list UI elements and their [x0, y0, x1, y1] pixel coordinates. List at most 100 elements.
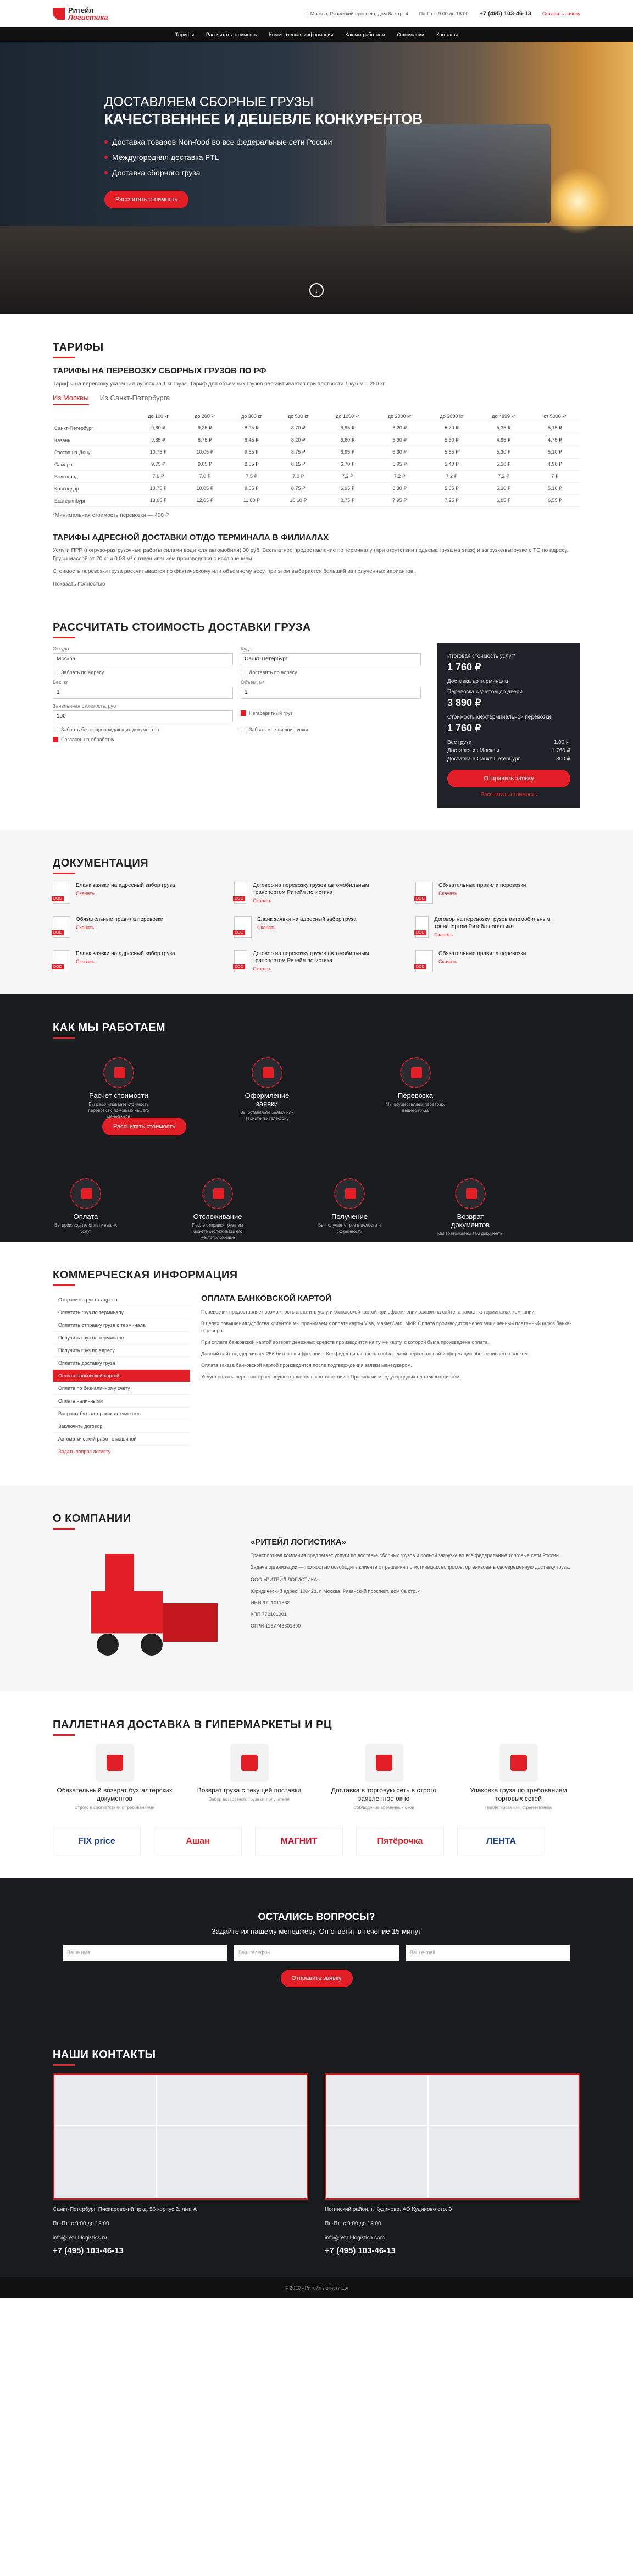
- doc-item[interactable]: Договор на перевозку грузов автомобильны…: [232, 882, 399, 904]
- brand-logo: ЛЕНТА: [457, 1827, 545, 1856]
- footer: © 2020 «Ритейл логистика»: [0, 2277, 633, 2298]
- fragile-checkbox[interactable]: Негабаритный груз: [241, 703, 421, 722]
- nav-item[interactable]: Тарифы: [175, 32, 194, 37]
- doc-item[interactable]: Обязательные правила перевозки Скачать: [414, 950, 580, 972]
- show-more-link[interactable]: Показать полностью: [53, 580, 580, 588]
- questions-section: ОСТАЛИСЬ ВОПРОСЫ? Задайте их нашему мене…: [0, 1878, 633, 2027]
- summary-row-value: 1 760 ₽: [551, 748, 570, 754]
- comm-menu-item[interactable]: Заключить договор: [53, 1420, 190, 1433]
- pallet-icon: [230, 1744, 269, 1782]
- doc-download-link[interactable]: Скачать: [438, 891, 526, 896]
- doc-item[interactable]: Договор на перевозку грузов автомобильны…: [414, 916, 580, 938]
- pallet-text: Строго в соответствии с требованиями: [74, 1805, 155, 1810]
- table-cell: 7,25 ₽: [425, 494, 478, 507]
- comm-menu-item[interactable]: Получить груз по адресу: [53, 1344, 190, 1357]
- volume-input[interactable]: 1: [241, 687, 421, 699]
- tab-from-spb[interactable]: Из Санкт-Петербурга: [100, 394, 170, 405]
- comm-menu-item[interactable]: Оплата по безналичному счету: [53, 1382, 190, 1395]
- callback-link[interactable]: Оставить заявку: [542, 11, 580, 16]
- contact-email[interactable]: info@retail-logistics.ru: [53, 2234, 308, 2243]
- doc-item[interactable]: Обязательные правила перевозки Скачать: [52, 916, 218, 938]
- contact-email[interactable]: info@retail-logistica.com: [325, 2234, 580, 2243]
- calc-submit-button[interactable]: Отправить заявку: [447, 770, 570, 787]
- hero-title: ДОСТАВЛЯЕМ СБОРНЫЕ ГРУЗЫ КАЧЕСТВЕННЕЕ И Д…: [104, 95, 423, 127]
- name-input[interactable]: Ваше имя: [63, 1945, 227, 1961]
- doc-item[interactable]: Обязательные правила перевозки Скачать: [414, 882, 580, 904]
- comm-paragraph: Оплата заказа банковской картой производ…: [201, 1363, 412, 1368]
- how-step: Возврат документов Мы возвращаем вам доку…: [437, 1178, 503, 1237]
- insure-checkbox[interactable]: Забыть мне лишние ушки: [241, 727, 421, 732]
- email-input[interactable]: Ваш e-mail: [406, 1945, 570, 1961]
- how-calc-button[interactable]: Рассчитать стоимость: [102, 1118, 187, 1135]
- nav-item[interactable]: Контакты: [436, 32, 458, 37]
- doc-text: Договор на перевозку грузов автомобильны…: [253, 882, 399, 903]
- doc-icon: [52, 916, 70, 938]
- table-header: до 4999 кг: [477, 411, 530, 422]
- agree-checkbox[interactable]: Согласен на обработку: [53, 737, 233, 742]
- nav-item[interactable]: Рассчитать стоимость: [206, 32, 257, 37]
- doc-title: Обязательные правила перевозки: [438, 882, 526, 889]
- deliver-checkbox[interactable]: Доставить по адресу: [241, 670, 421, 675]
- doc-download-link[interactable]: Скачать: [76, 891, 175, 896]
- doc-download-link[interactable]: Скачать: [76, 925, 163, 930]
- header-address: г. Москва, Рязанский проспект, дом 8а ст…: [306, 11, 408, 16]
- doc-download-link[interactable]: Скачать: [257, 925, 357, 930]
- phone-input[interactable]: Ваш телефон: [234, 1945, 399, 1961]
- comm-menu-item[interactable]: Автоматический работ с машиной: [53, 1433, 190, 1446]
- weight-input[interactable]: 1: [53, 687, 233, 699]
- doc-download-link[interactable]: Скачать: [438, 959, 526, 964]
- calc-link[interactable]: Рассчитать стоимость: [447, 792, 570, 798]
- comm-menu-item[interactable]: Оплата банковской картой: [53, 1370, 190, 1382]
- how-step: Отслеживание После отправки груза вы може…: [185, 1178, 251, 1240]
- wrap-checkbox[interactable]: Забрать без сопровождающих документов: [53, 727, 233, 732]
- weight-label: Вес, кг: [53, 680, 68, 685]
- doc-download-link[interactable]: Скачать: [253, 966, 399, 972]
- comm-menu-item[interactable]: Оплатить груз по терминалу: [53, 1306, 190, 1319]
- map-view[interactable]: [325, 2073, 580, 2200]
- doc-download-link[interactable]: Скачать: [434, 932, 580, 937]
- to-select[interactable]: Санкт-Петербург: [241, 653, 421, 665]
- summary-row: Доставка в Санкт-Петербург 800 ₽: [447, 756, 570, 762]
- nav-item[interactable]: Как мы работаем: [345, 32, 385, 37]
- table-cell: 7,0 ₽: [275, 470, 322, 483]
- how-step: Получение Вы получаете груз в целости и с…: [316, 1178, 382, 1234]
- header-phone[interactable]: +7 (495) 103-46-13: [480, 10, 531, 17]
- table-cell: 8,95 ₽: [228, 422, 275, 434]
- hero-calc-button[interactable]: Рассчитать стоимость: [104, 191, 189, 208]
- nav-item[interactable]: Коммерческая информация: [269, 32, 334, 37]
- contact-phone[interactable]: +7 (495) 103-46-13: [325, 2246, 580, 2255]
- comm-menu-item[interactable]: Вопросы бухгалтерских документов: [53, 1408, 190, 1420]
- comm-menu-item[interactable]: Оплатить доставку груза: [53, 1357, 190, 1370]
- contact-hours: Пн-Пт: с 9:00 до 18:00: [325, 2221, 381, 2227]
- main-nav: Тарифы Рассчитать стоимость Коммерческая и…: [0, 27, 633, 42]
- quest-submit-button[interactable]: Отправить заявку: [280, 1970, 353, 1987]
- doc-item[interactable]: Бланк заявки на адресный забор груза Скач…: [233, 916, 399, 938]
- comm-menu-more[interactable]: Задать вопрос логисту: [53, 1446, 190, 1458]
- logo[interactable]: Ритейл Логистика: [53, 7, 108, 21]
- table-header: до 200 кг: [181, 411, 229, 422]
- pallet-title: Упаковка груза по требованиям торговых с…: [470, 1786, 567, 1802]
- contact-phone[interactable]: +7 (495) 103-46-13: [53, 2246, 308, 2255]
- table-cell: 12,65 ₽: [181, 494, 229, 507]
- nav-item[interactable]: О компании: [397, 32, 424, 37]
- table-cell: 8,75 ₽: [275, 482, 322, 495]
- table-cell: 5,70 ₽: [425, 422, 478, 434]
- commercial-section: КОММЕРЧЕСКАЯ ИНФОРМАЦИЯ Отправить груз о…: [0, 1242, 633, 1485]
- tab-from-moscow[interactable]: Из Москвы: [53, 394, 89, 405]
- doc-download-link[interactable]: Скачать: [76, 959, 175, 964]
- comm-menu-item[interactable]: Получить груз на терминале: [53, 1332, 190, 1344]
- comm-menu-item[interactable]: Отправить груз от адреса: [53, 1294, 190, 1306]
- table-cell: 7,6 ₽: [135, 470, 182, 483]
- comm-menu-item[interactable]: Оплата наличными: [53, 1395, 190, 1408]
- calc-title: РАССЧИТАТЬ СТОИМОСТЬ ДОСТАВКИ ГРУЗА: [53, 621, 421, 638]
- doc-item[interactable]: Бланк заявки на адресный забор груза Скач…: [52, 950, 218, 972]
- declared-input[interactable]: 100: [53, 710, 233, 722]
- doc-item[interactable]: Договор на перевозку грузов автомобильны…: [232, 950, 399, 972]
- pickup-checkbox[interactable]: Забрать по адресу: [53, 670, 233, 675]
- doc-item[interactable]: Бланк заявки на адресный забор груза Скач…: [52, 882, 218, 904]
- doc-download-link[interactable]: Скачать: [253, 898, 399, 903]
- scroll-down-icon[interactable]: ↓: [309, 283, 324, 297]
- from-select[interactable]: Москва: [53, 653, 233, 665]
- map-view[interactable]: [53, 2073, 308, 2200]
- comm-menu-item[interactable]: Оплатить отправку груза с терминала: [53, 1319, 190, 1332]
